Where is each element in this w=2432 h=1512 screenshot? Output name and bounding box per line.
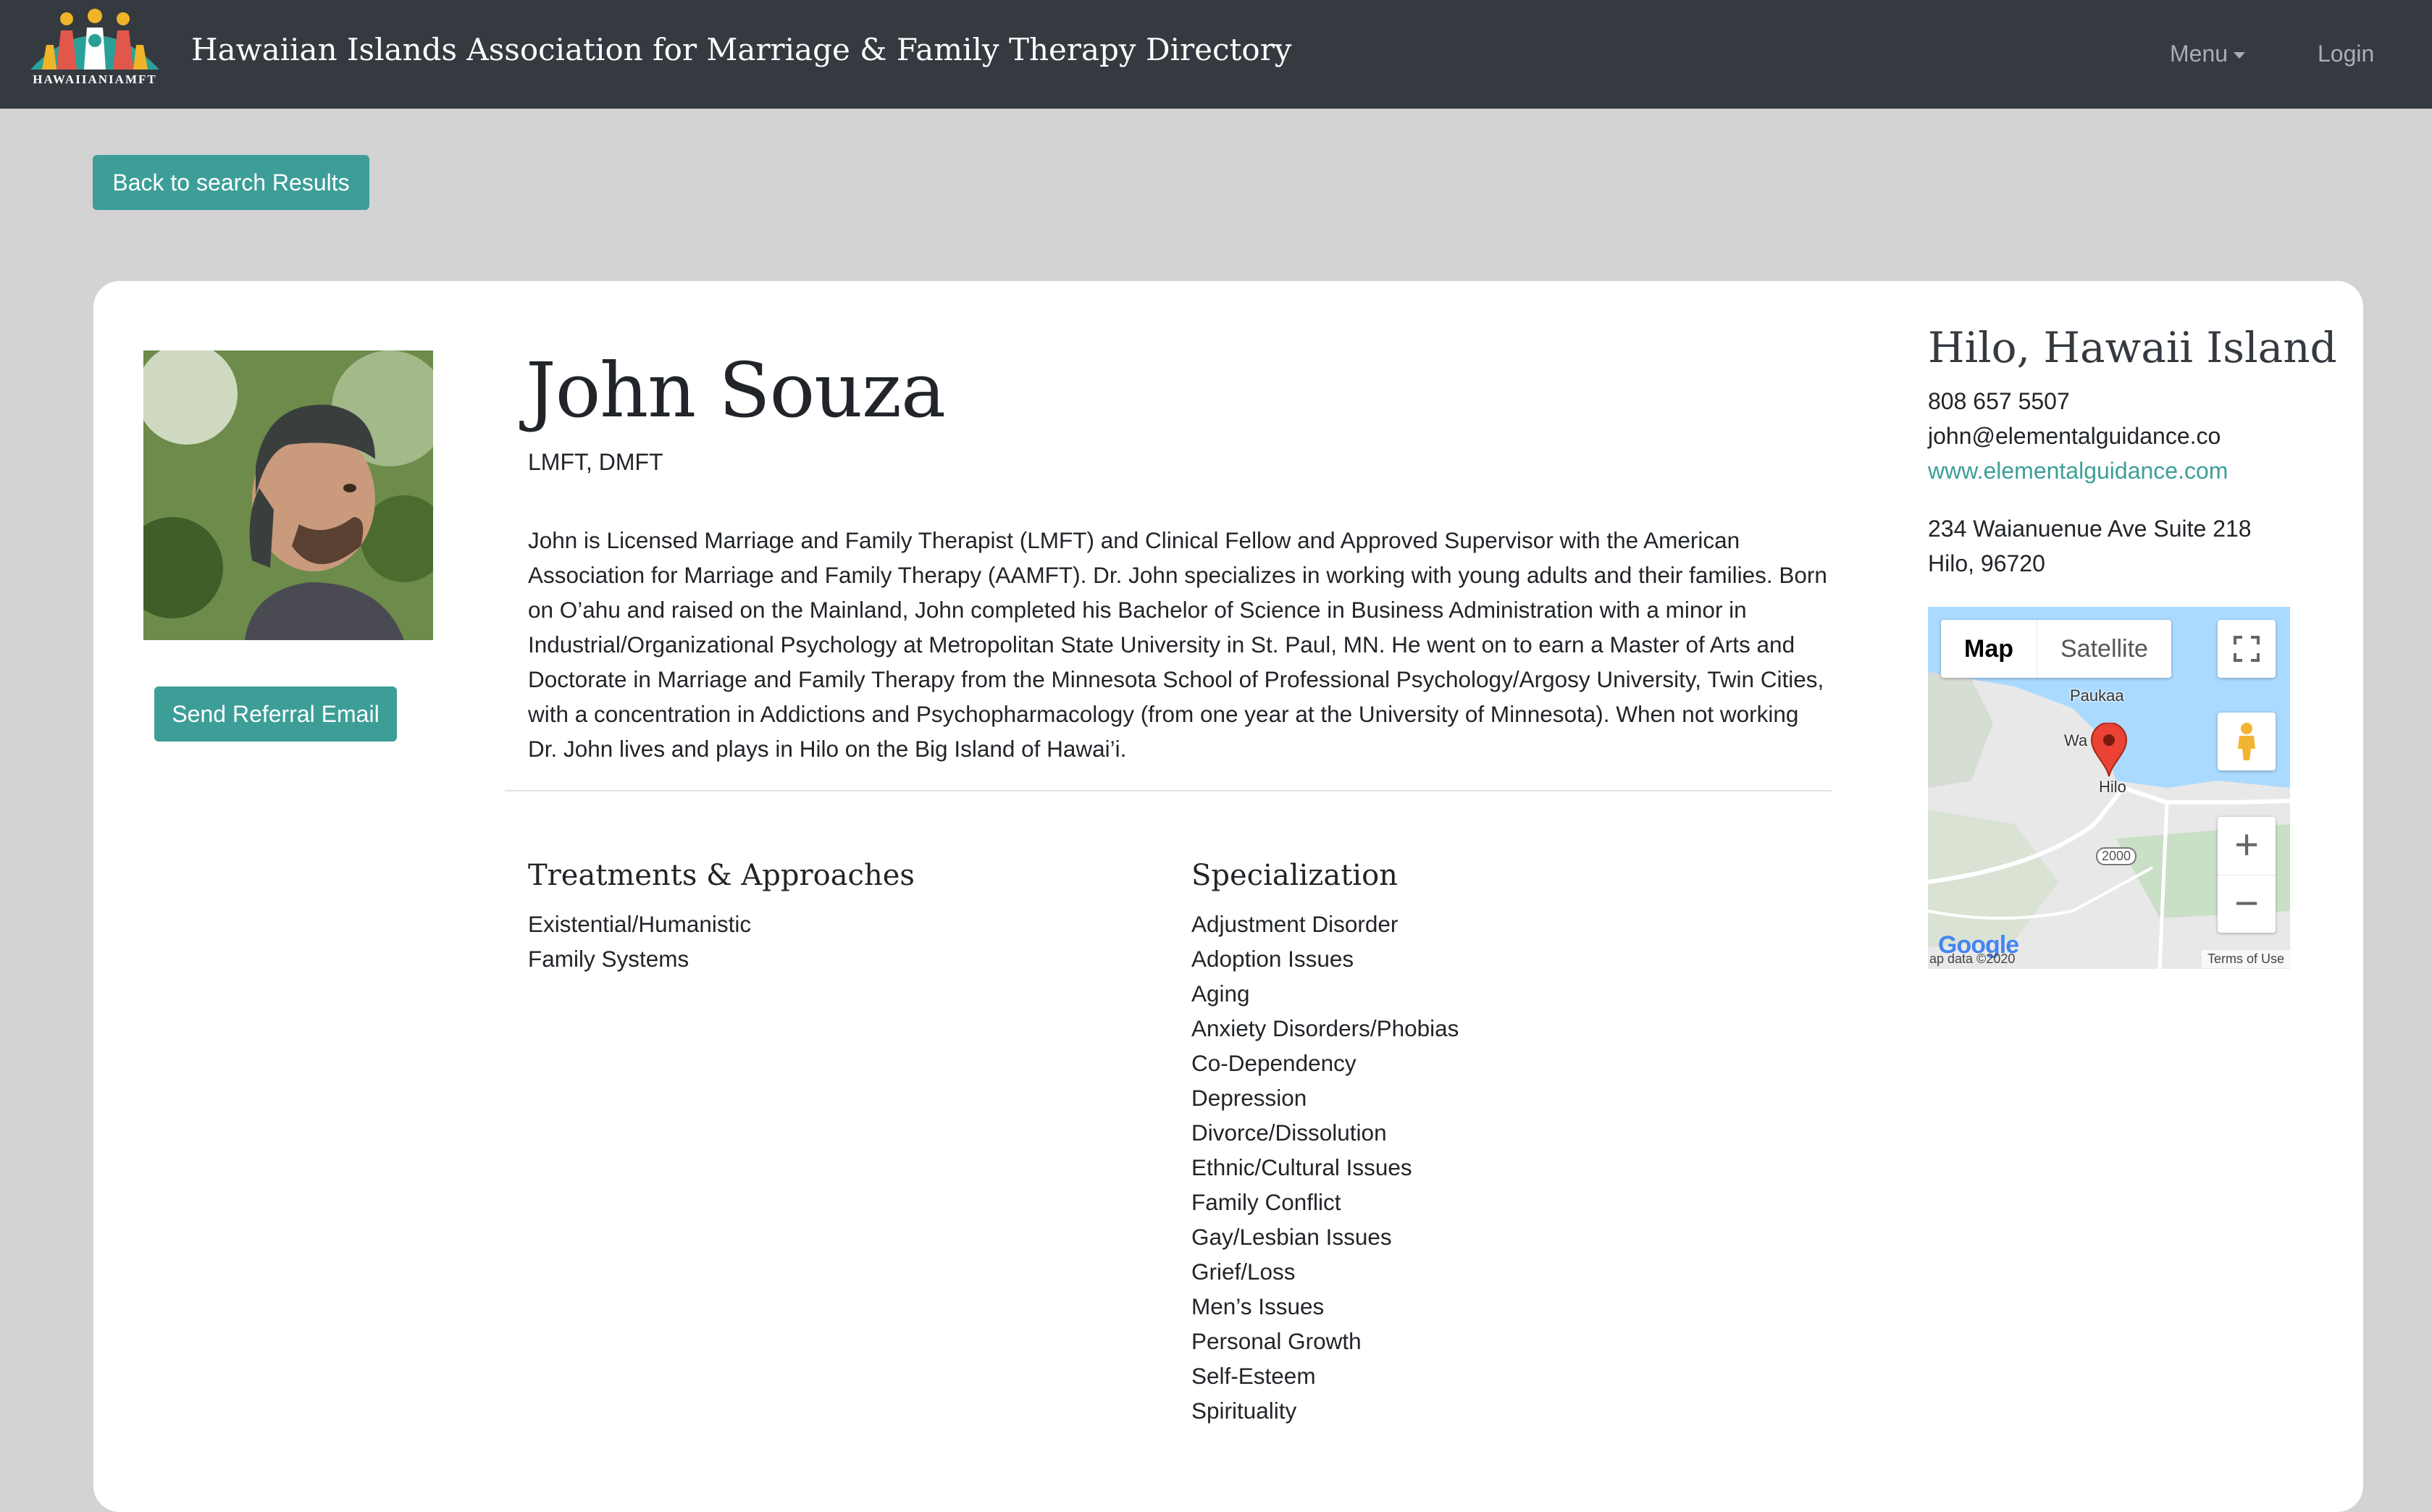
treatments-list: Existential/Humanistic Family Systems [528, 907, 751, 976]
send-referral-email-button[interactable]: Send Referral Email [154, 686, 397, 742]
location-map[interactable]: Paukaa Wa Hilo 2000 Map Satellite + − Go… [1928, 607, 2290, 969]
address-line-1: 234 Waianuenue Ave Suite 218 [1928, 516, 2252, 542]
list-item: Aging [1191, 980, 1250, 1007]
map-label-paukaa: Paukaa [2070, 686, 2124, 705]
map-type-control: Map Satellite [1941, 620, 2171, 678]
address-line-2: Hilo, 96720 [1928, 550, 2045, 576]
site-title[interactable]: Hawaiian Islands Association for Marriag… [191, 32, 1292, 67]
list-item: Depression [1191, 1085, 1307, 1111]
website-link[interactable]: www.elementalguidance.com [1928, 458, 2228, 484]
list-item: Family Systems [528, 946, 689, 972]
top-navbar: HAWAIIANIAMFT Hawaiian Islands Associati… [0, 0, 2432, 109]
street-view-button[interactable] [2218, 713, 2276, 770]
biography: John is Licensed Marriage and Family The… [528, 527, 1827, 762]
location-title: Hilo, Hawaii Island [1928, 323, 2337, 372]
list-item: Men’s Issues [1191, 1293, 1325, 1319]
pegman-icon [2238, 723, 2255, 760]
list-item: Divorce/Dissolution [1191, 1120, 1387, 1146]
back-to-results-button[interactable]: Back to search Results [93, 155, 369, 210]
email-address: john@elementalguidance.co [1928, 423, 2221, 449]
credentials: LMFT, DMFT [528, 449, 663, 475]
list-item: Grief/Loss [1191, 1259, 1296, 1285]
specialization-title: Specialization [1191, 859, 1398, 892]
map-data-attribution: ap data ©2020 [1929, 952, 2016, 966]
list-item: Spirituality [1191, 1398, 1297, 1424]
map-footer: ap data ©2020 Terms of Use [1928, 950, 2290, 969]
therapist-name: John Souza [526, 346, 946, 434]
list-item: Personal Growth [1191, 1328, 1362, 1354]
specialization-list: Adjustment Disorder Adoption Issues Agin… [1191, 907, 1459, 1428]
list-item: Gay/Lesbian Issues [1191, 1224, 1392, 1250]
profile-photo [143, 350, 433, 640]
highway-shield: 2000 [2096, 847, 2137, 865]
list-item: Adjustment Disorder [1191, 911, 1399, 937]
section-divider [505, 790, 1832, 791]
map-type-satellite[interactable]: Satellite [2037, 620, 2171, 678]
list-item: Family Conflict [1191, 1189, 1341, 1215]
map-type-map[interactable]: Map [1941, 620, 2037, 678]
caret-down-icon [2234, 52, 2246, 59]
fullscreen-icon [2234, 636, 2260, 662]
list-item: Anxiety Disorders/Phobias [1191, 1015, 1459, 1041]
zoom-in-button[interactable]: + [2218, 817, 2276, 875]
list-item: Adoption Issues [1191, 946, 1354, 972]
map-pin-icon[interactable] [2090, 723, 2128, 778]
list-item: Existential/Humanistic [528, 911, 752, 937]
treatments-title: Treatments & Approaches [528, 859, 915, 892]
login-link[interactable]: Login [2318, 41, 2374, 67]
terms-of-use-link[interactable]: Terms of Use [2201, 950, 2290, 968]
map-label-hilo: Hilo [2099, 778, 2126, 796]
menu-label: Menu [2170, 41, 2228, 67]
list-item: Co-Dependency [1191, 1050, 1357, 1076]
site-logo[interactable]: HAWAIIANIAMFT [28, 9, 162, 88]
list-item: Ethnic/Cultural Issues [1191, 1154, 1412, 1180]
zoom-out-button[interactable]: − [2218, 875, 2276, 933]
map-label-wa: Wa [2064, 731, 2088, 749]
list-item: Self-Esteem [1191, 1363, 1316, 1389]
phone-number: 808 657 5507 [1928, 388, 2070, 414]
zoom-control: + − [2218, 817, 2276, 933]
logo-text: HAWAIIANIAMFT [33, 72, 157, 86]
menu-dropdown[interactable]: Menu [2170, 41, 2246, 67]
fullscreen-button[interactable] [2218, 620, 2276, 678]
therapist-portrait-icon [143, 350, 433, 640]
family-logo-icon [30, 9, 159, 70]
